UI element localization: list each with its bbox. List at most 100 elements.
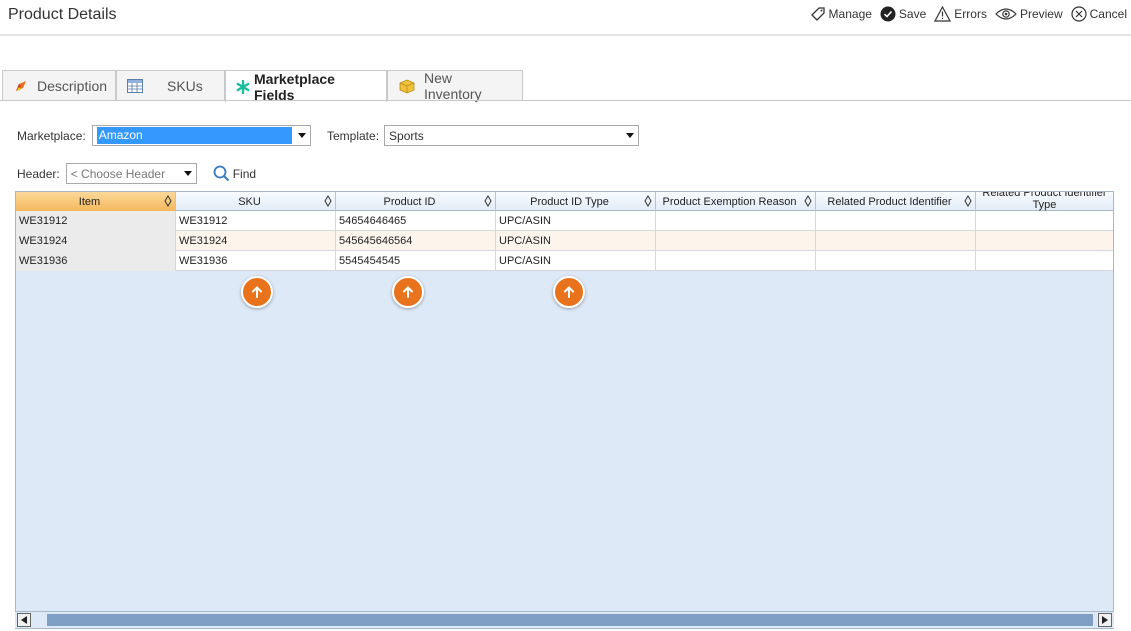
- cell-related-product-identifier-type[interactable]: [976, 251, 1113, 271]
- sort-icon[interactable]: [324, 195, 332, 207]
- chevron-down-icon[interactable]: [622, 126, 638, 145]
- column-header-label: Item: [78, 195, 101, 208]
- sort-icon[interactable]: [484, 195, 492, 207]
- cell-product-id[interactable]: 54654646465: [336, 211, 496, 231]
- column-header-product-id[interactable]: Product ID: [336, 192, 496, 211]
- cell-item[interactable]: WE31924: [16, 231, 176, 251]
- move-product-id-up-button[interactable]: [392, 276, 424, 308]
- manage-button[interactable]: Manage: [810, 6, 872, 22]
- cell-product-id-type[interactable]: UPC/ASIN: [496, 251, 656, 271]
- sort-icon[interactable]: [804, 195, 812, 207]
- sort-icon[interactable]: [644, 195, 652, 207]
- column-header-related-product-identifier[interactable]: Related Product Identifier: [816, 192, 976, 211]
- table-row[interactable]: WE31924 WE31924 545645646564 UPC/ASIN: [16, 231, 1113, 251]
- cell-sku[interactable]: WE31924: [176, 231, 336, 251]
- column-header-label: SKU: [238, 195, 261, 208]
- scrollbar-thumb[interactable]: [47, 614, 1093, 626]
- find-label: Find: [232, 166, 257, 181]
- asterisk-icon: [236, 79, 250, 94]
- sort-icon[interactable]: [964, 195, 972, 207]
- preview-label: Preview: [1019, 7, 1063, 21]
- marketplace-value: Amazon: [96, 127, 292, 144]
- template-label: Template:: [327, 128, 380, 143]
- description-icon: [13, 78, 29, 94]
- marketplace-label: Marketplace:: [17, 128, 86, 143]
- tab-marketplace-fields[interactable]: Marketplace Fields: [225, 70, 387, 103]
- template-value: Sports: [389, 128, 424, 143]
- cell-product-id-type[interactable]: UPC/ASIN: [496, 211, 656, 231]
- column-header-label: Related Product Identifier: [827, 195, 952, 208]
- header-label: Header:: [17, 166, 60, 181]
- chevron-down-icon[interactable]: [294, 126, 310, 145]
- table-row[interactable]: WE31936 WE31936 5545454545 UPC/ASIN: [16, 251, 1113, 271]
- tab-divider: [0, 100, 1131, 101]
- tab-new-inventory-label: New Inventory: [424, 70, 482, 102]
- table-row[interactable]: WE31912 WE31912 54654646465 UPC/ASIN: [16, 211, 1113, 231]
- column-header-label: Product ID: [383, 195, 436, 208]
- cell-related-product-identifier[interactable]: [816, 231, 976, 251]
- cell-related-product-identifier-type[interactable]: [976, 211, 1113, 231]
- grid-header: Item SKU Product ID Product ID Type Prod…: [16, 192, 1113, 211]
- cell-product-exemption-reason[interactable]: [656, 251, 816, 271]
- manage-label: Manage: [828, 7, 872, 21]
- cell-related-product-identifier[interactable]: [816, 211, 976, 231]
- marketplace-row: Marketplace: Amazon: [17, 125, 311, 146]
- tab-new-inventory[interactable]: New Inventory: [387, 70, 523, 102]
- move-product-id-type-up-button[interactable]: [553, 276, 585, 308]
- column-header-product-exemption-reason[interactable]: Product Exemption Reason: [656, 192, 816, 211]
- header-row: Header: < Choose Header Find: [17, 163, 256, 184]
- inventory-box-icon: [398, 78, 416, 94]
- cell-item[interactable]: WE31912: [16, 211, 176, 231]
- cell-related-product-identifier[interactable]: [816, 251, 976, 271]
- eye-icon: [995, 8, 1017, 20]
- top-bar: Product Details Manage Save Errors Previ…: [0, 0, 1131, 36]
- cell-product-exemption-reason[interactable]: [656, 211, 816, 231]
- scroll-right-button[interactable]: [1098, 613, 1112, 627]
- find-button[interactable]: Find: [213, 165, 256, 182]
- template-select[interactable]: Sports: [384, 125, 640, 146]
- tab-description[interactable]: Description: [2, 70, 116, 101]
- manage-icon: [810, 7, 825, 21]
- template-row: Template: Sports: [327, 125, 640, 146]
- column-header-related-product-identifier-type[interactable]: Related Product Identifier Type: [976, 192, 1113, 211]
- column-header-product-id-type[interactable]: Product ID Type: [496, 192, 656, 211]
- cell-product-id[interactable]: 545645646564: [336, 231, 496, 251]
- cell-related-product-identifier-type[interactable]: [976, 231, 1113, 251]
- tab-skus-label: SKUs: [167, 78, 203, 94]
- horizontal-scrollbar[interactable]: [15, 611, 1114, 628]
- marketplace-select[interactable]: Amazon: [91, 125, 311, 146]
- header-select[interactable]: < Choose Header: [65, 163, 197, 184]
- cell-product-id-type[interactable]: UPC/ASIN: [496, 231, 656, 251]
- cell-item[interactable]: WE31936: [16, 251, 176, 271]
- cancel-button[interactable]: Cancel: [1071, 6, 1127, 22]
- preview-button[interactable]: Preview: [995, 7, 1063, 21]
- column-header-sku[interactable]: SKU: [176, 192, 336, 211]
- cell-product-exemption-reason[interactable]: [656, 231, 816, 251]
- errors-button[interactable]: Errors: [934, 6, 987, 22]
- warning-icon: [934, 6, 952, 22]
- arrow-up-icon: [403, 286, 413, 298]
- chevron-right-icon: [1102, 616, 1108, 624]
- marketplace-grid[interactable]: Item SKU Product ID Product ID Type Prod…: [15, 191, 1114, 629]
- cell-product-id[interactable]: 5545454545: [336, 251, 496, 271]
- tab-marketplace-fields-label: Marketplace Fields: [254, 70, 335, 103]
- chevron-down-icon[interactable]: [180, 164, 196, 183]
- sort-icon[interactable]: [164, 195, 172, 207]
- move-sku-up-button[interactable]: [241, 276, 273, 308]
- page-title: Product Details: [8, 6, 117, 23]
- skus-icon: [127, 79, 143, 93]
- header-placeholder: < Choose Header: [70, 166, 166, 181]
- column-header-item[interactable]: Item: [16, 192, 176, 211]
- arrow-up-icon: [252, 286, 262, 298]
- tab-skus[interactable]: SKUs: [116, 70, 225, 101]
- cell-sku[interactable]: WE31936: [176, 251, 336, 271]
- column-header-label: Related Product Identifier Type: [982, 192, 1107, 211]
- scroll-left-button[interactable]: [17, 613, 31, 627]
- cell-sku[interactable]: WE31912: [176, 211, 336, 231]
- errors-label: Errors: [954, 7, 987, 21]
- chevron-left-icon: [21, 616, 27, 624]
- column-header-label: Product ID Type: [530, 195, 609, 208]
- column-header-label: Product Exemption Reason: [662, 195, 797, 208]
- check-circle-icon: [880, 6, 896, 22]
- save-button[interactable]: Save: [880, 6, 926, 22]
